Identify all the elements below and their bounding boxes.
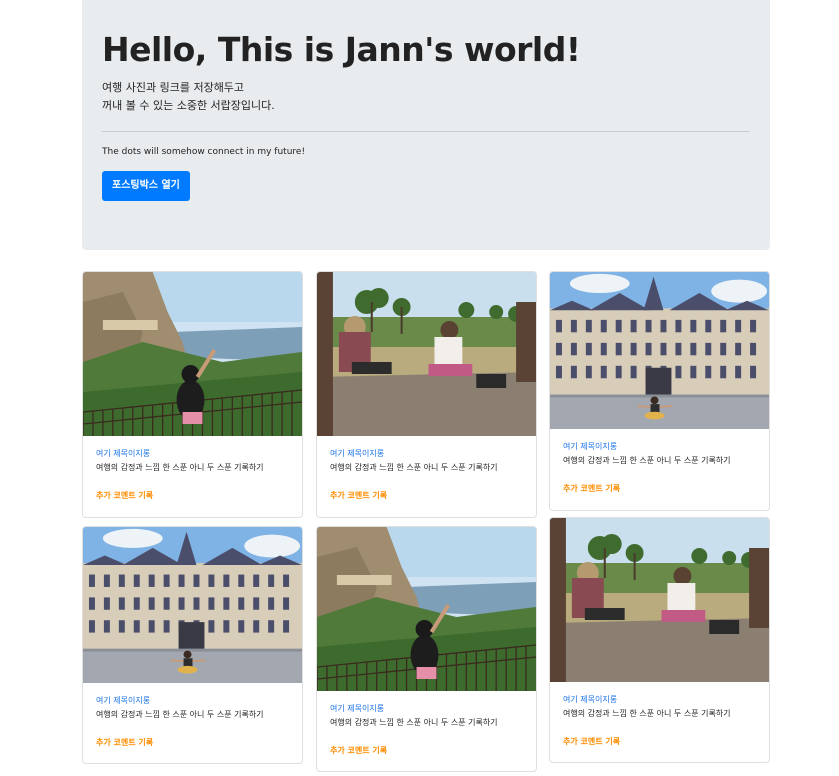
add-comment-link[interactable]: 추가 코멘트 기록: [563, 483, 756, 495]
mountain-photo: [83, 272, 302, 436]
card[interactable]: 여기 제목이지롱 여행의 감정과 느낌 한 스푼 아니 두 스푼 기록하기 추가…: [82, 271, 303, 518]
add-comment-link[interactable]: 추가 코멘트 기록: [330, 490, 523, 502]
lead-line-2: 꺼내 볼 수 있는 소중한 서랍장입니다.: [102, 99, 275, 112]
card-title: 여기 제목이지롱: [563, 442, 618, 451]
card[interactable]: 여기 제목이지롱 여행의 감정과 느낌 한 스푼 아니 두 스푼 기록하기 추가…: [549, 517, 770, 763]
card[interactable]: 여기 제목이지롱 여행의 감정과 느낌 한 스푼 아니 두 스푼 기록하기 추가…: [316, 271, 537, 518]
add-comment-link[interactable]: 추가 코멘트 기록: [563, 736, 756, 748]
open-posting-box-button[interactable]: 포스팅박스 열기: [102, 171, 190, 201]
card-text: 여행의 감정과 느낌 한 스푼 아니 두 스푼 기록하기: [563, 456, 731, 465]
card-title: 여기 제목이지롱: [96, 449, 151, 458]
mountain-photo: [317, 527, 536, 691]
palace-photo: [550, 272, 769, 429]
card-text: 여행의 감정과 느낌 한 스푼 아니 두 스푼 기록하기: [330, 463, 498, 472]
add-comment-link[interactable]: 추가 코멘트 기록: [96, 737, 289, 749]
card-text: 여행의 감정과 느낌 한 스푼 아니 두 스푼 기록하기: [96, 710, 264, 719]
card-title: 여기 제목이지롱: [563, 695, 618, 704]
jumbotron: Hello, This is Jann's world! 여행 사진과 링크를 …: [82, 0, 770, 250]
motto-text: The dots will somehow connect in my futu…: [102, 147, 306, 157]
divider: [102, 131, 750, 132]
park-photo: [550, 518, 769, 682]
palace-photo: [83, 527, 302, 683]
card-title: 여기 제목이지롱: [330, 449, 385, 458]
park-photo: [317, 272, 536, 436]
card-title: 여기 제목이지롱: [330, 704, 385, 713]
card-text: 여행의 감정과 느낌 한 스푼 아니 두 스푼 기록하기: [330, 718, 498, 727]
card[interactable]: 여기 제목이지롱 여행의 감정과 느낌 한 스푼 아니 두 스푼 기록하기 추가…: [549, 271, 770, 511]
lead-line-1: 여행 사진과 링크를 저장해두고: [102, 81, 245, 94]
add-comment-link[interactable]: 추가 코멘트 기록: [96, 490, 289, 502]
card[interactable]: 여기 제목이지롱 여행의 감정과 느낌 한 스푼 아니 두 스푼 기록하기 추가…: [82, 526, 303, 764]
card-text: 여행의 감정과 느낌 한 스푼 아니 두 스푼 기록하기: [563, 709, 731, 718]
page-title: Hello, This is Jann's world!: [102, 30, 581, 69]
card-title: 여기 제목이지롱: [96, 696, 151, 705]
lead-text: 여행 사진과 링크를 저장해두고 꺼내 볼 수 있는 소중한 서랍장입니다.: [102, 79, 750, 115]
card-text: 여행의 감정과 느낌 한 스푼 아니 두 스푼 기록하기: [96, 463, 264, 472]
card[interactable]: 여기 제목이지롱 여행의 감정과 느낌 한 스푼 아니 두 스푼 기록하기 추가…: [316, 526, 537, 772]
add-comment-link[interactable]: 추가 코멘트 기록: [330, 745, 523, 757]
